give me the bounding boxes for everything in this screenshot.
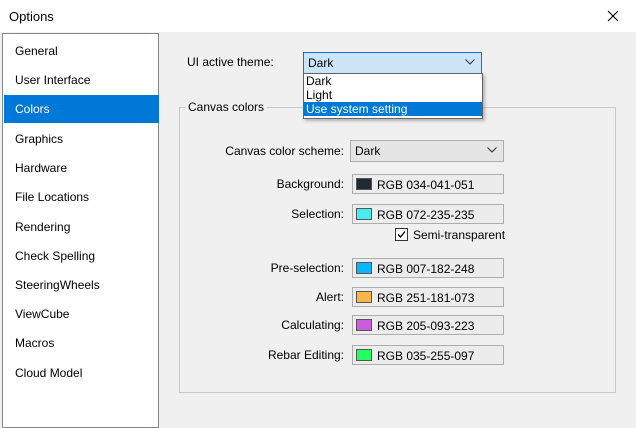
sidebar-item-check-spelling[interactable]: Check Spelling xyxy=(4,242,159,270)
close-button[interactable] xyxy=(590,0,636,32)
canvas-colors-group-title: Canvas colors xyxy=(185,100,268,114)
sidebar-item-cloud-model[interactable]: Cloud Model xyxy=(4,359,159,387)
theme-select-value: Dark xyxy=(308,56,334,70)
theme-option-system[interactable]: Use system setting xyxy=(304,102,482,116)
rebar-editing-color-label: Rebar Editing: xyxy=(267,348,344,362)
calculating-color-label: Calculating: xyxy=(281,318,344,332)
background-color-label: Background: xyxy=(276,177,344,191)
pre-selection-color-label: Pre-selection: xyxy=(270,261,344,275)
selection-color-value: RGB 072-235-235 xyxy=(377,208,475,222)
close-icon xyxy=(607,10,619,22)
title-bar: Options xyxy=(0,0,636,32)
calculating-color-button[interactable]: RGB 205-093-223 xyxy=(352,315,504,335)
sidebar-item-viewcube[interactable]: ViewCube xyxy=(4,300,159,328)
selection-color-swatch xyxy=(356,208,372,220)
rebar-editing-color-swatch xyxy=(356,349,372,361)
chevron-down-icon xyxy=(487,147,497,153)
sidebar-item-graphics[interactable]: Graphics xyxy=(4,125,159,153)
semi-transparent-checkbox[interactable] xyxy=(395,228,408,241)
canvas-scheme-value: Dark xyxy=(355,144,381,158)
calculating-color-swatch xyxy=(356,319,372,331)
canvas-scheme-label: Canvas color scheme: xyxy=(225,144,344,158)
theme-option-dark[interactable]: Dark xyxy=(304,74,482,88)
background-color-button[interactable]: RGB 034-041-051 xyxy=(352,174,504,194)
window-title: Options xyxy=(9,9,54,24)
alert-color-label: Alert: xyxy=(315,290,344,304)
theme-select[interactable]: Dark xyxy=(303,52,482,74)
theme-dropdown-list[interactable]: Dark Light Use system setting xyxy=(303,73,483,119)
semi-transparent-label: Semi-transparent xyxy=(413,228,506,242)
sidebar-item-colors[interactable]: Colors xyxy=(4,95,159,123)
pre-selection-color-button[interactable]: RGB 007-182-248 xyxy=(352,258,504,278)
sidebar-item-macros[interactable]: Macros xyxy=(4,329,159,357)
rebar-editing-color-value: RGB 035-255-097 xyxy=(377,349,475,363)
background-color-swatch xyxy=(356,178,372,190)
options-category-list[interactable]: General User Interface Colors Graphics H… xyxy=(2,33,159,428)
alert-color-value: RGB 251-181-073 xyxy=(377,291,475,305)
theme-label: UI active theme: xyxy=(187,55,274,69)
calculating-color-value: RGB 205-093-223 xyxy=(377,319,475,333)
theme-option-light[interactable]: Light xyxy=(304,88,482,102)
alert-color-button[interactable]: RGB 251-181-073 xyxy=(352,287,504,307)
canvas-scheme-select[interactable]: Dark xyxy=(350,140,504,162)
background-color-value: RGB 034-041-051 xyxy=(377,178,475,192)
checkmark-icon xyxy=(397,231,406,238)
sidebar-item-hardware[interactable]: Hardware xyxy=(4,154,159,182)
selection-color-button[interactable]: RGB 072-235-235 xyxy=(352,204,504,224)
sidebar-item-steeringwheels[interactable]: SteeringWheels xyxy=(4,271,159,299)
sidebar-item-rendering[interactable]: Rendering xyxy=(4,213,159,241)
sidebar-item-general[interactable]: General xyxy=(4,37,159,65)
rebar-editing-color-button[interactable]: RGB 035-255-097 xyxy=(352,345,504,365)
pre-selection-color-value: RGB 007-182-248 xyxy=(377,262,475,276)
sidebar-item-user-interface[interactable]: User Interface xyxy=(4,66,159,94)
sidebar-item-file-locations[interactable]: File Locations xyxy=(4,183,159,211)
alert-color-swatch xyxy=(356,291,372,303)
chevron-down-icon xyxy=(465,59,475,65)
pre-selection-color-swatch xyxy=(356,262,372,274)
selection-color-label: Selection: xyxy=(291,207,344,221)
